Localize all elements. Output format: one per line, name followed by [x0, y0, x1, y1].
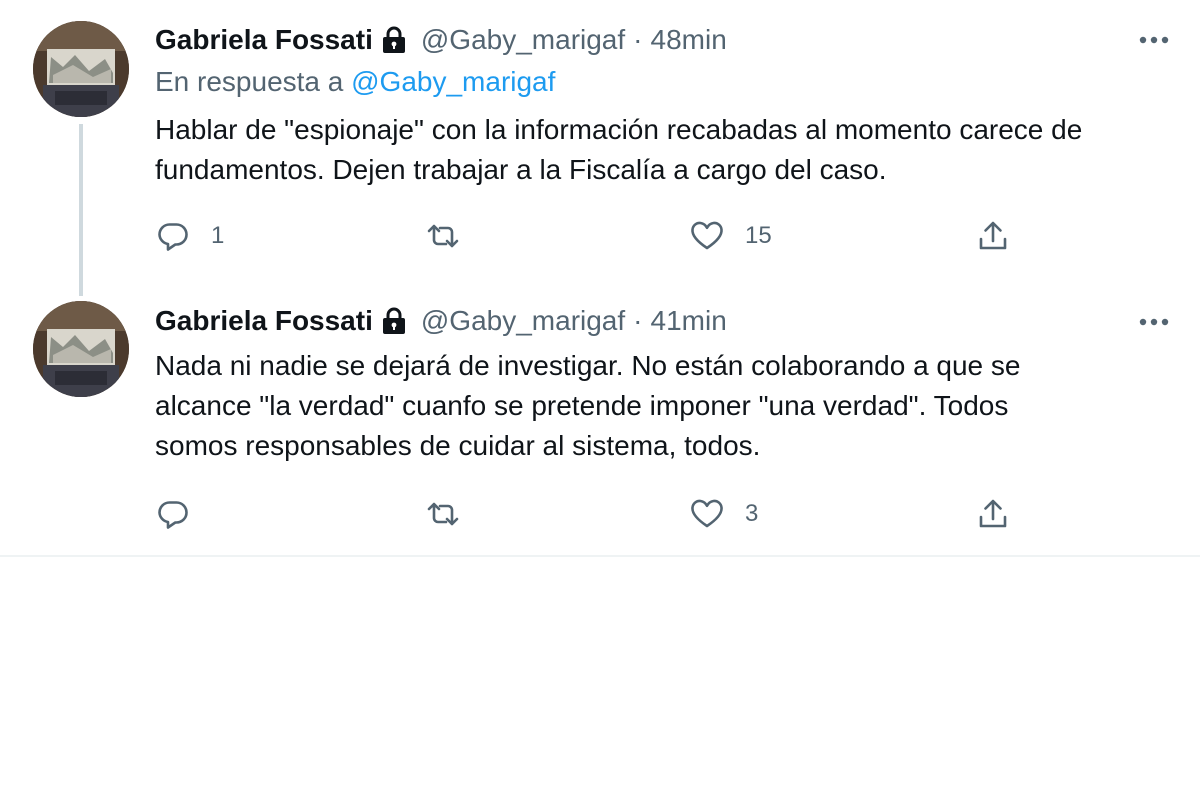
- tweet-text-line: Nada ni nadie se dejará de investigar. N…: [155, 350, 1021, 381]
- header-separator: ·: [633, 305, 643, 336]
- like-button[interactable]: 3: [689, 494, 758, 534]
- tweet-actions: 3: [0, 494, 1200, 534]
- author-handle[interactable]: @Gaby_marigaf: [421, 24, 625, 56]
- more-options-button[interactable]: [1134, 302, 1174, 342]
- reply-context: En respuesta a @Gaby_marigaf: [155, 66, 555, 98]
- reply-icon: [155, 218, 191, 254]
- reply-button[interactable]: 1: [155, 216, 224, 256]
- like-icon: [689, 218, 725, 254]
- tweet-text: Hablar de "espionaje" con la información…: [155, 110, 1175, 190]
- reply-count: 1: [211, 222, 225, 249]
- tweet-text-line: somos responsables de cuidar al sistema,…: [155, 430, 761, 461]
- lock-icon: [381, 307, 407, 335]
- tweet-actions: 1 15: [0, 216, 1200, 256]
- retweet-button[interactable]: [425, 494, 481, 534]
- avatar[interactable]: [33, 301, 129, 397]
- tweet-text-line: Hablar de "espionaje" con la información…: [155, 114, 1083, 145]
- retweet-icon: [425, 218, 461, 254]
- author-handle[interactable]: @Gaby_marigaf: [421, 305, 625, 337]
- more-options-button[interactable]: [1134, 20, 1174, 60]
- tweet-2[interactable]: Gabriela Fossati @Gaby_marigaf · 41min N…: [0, 282, 1200, 557]
- tweet-text-line: fundamentos. Dejen trabajar a la Fiscalí…: [155, 154, 887, 185]
- tweet-1[interactable]: Gabriela Fossati @Gaby_marigaf · 48min E…: [0, 0, 1200, 282]
- author-name[interactable]: Gabriela Fossati: [155, 305, 373, 337]
- share-button[interactable]: [975, 494, 1011, 534]
- share-button[interactable]: [975, 216, 1011, 256]
- retweet-button[interactable]: [425, 216, 481, 256]
- share-icon: [975, 496, 1011, 532]
- like-count: 15: [745, 222, 772, 249]
- tweet-text: Nada ni nadie se dejará de investigar. N…: [155, 346, 1175, 466]
- more-icon: [1138, 35, 1170, 45]
- tweet-time[interactable]: 48min: [651, 24, 727, 56]
- header-separator: ·: [633, 24, 643, 55]
- like-count: 3: [745, 500, 759, 527]
- more-icon: [1138, 317, 1170, 327]
- reply-button[interactable]: [155, 494, 211, 534]
- lock-icon: [381, 26, 407, 54]
- like-icon: [689, 496, 725, 532]
- avatar[interactable]: [33, 21, 129, 117]
- tweet-time[interactable]: 41min: [651, 305, 727, 337]
- tweet-text-line: alcance "la verdad" cuanfo se pretende i…: [155, 390, 1009, 421]
- share-icon: [975, 218, 1011, 254]
- tweet-header: Gabriela Fossati @Gaby_marigaf · 41min: [155, 301, 727, 341]
- reply-mention-link[interactable]: @Gaby_marigaf: [351, 66, 555, 97]
- like-button[interactable]: 15: [689, 216, 772, 256]
- reply-prefix: En respuesta a: [155, 66, 344, 97]
- author-name[interactable]: Gabriela Fossati: [155, 24, 373, 56]
- retweet-icon: [425, 496, 461, 532]
- tweet-header: Gabriela Fossati @Gaby_marigaf · 48min: [155, 20, 727, 60]
- reply-icon: [155, 496, 191, 532]
- tweet-thread: Gabriela Fossati @Gaby_marigaf · 48min E…: [0, 0, 1200, 787]
